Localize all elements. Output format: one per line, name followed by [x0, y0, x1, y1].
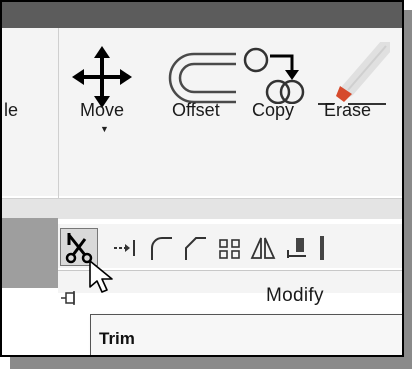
chevron-down-icon[interactable]: ▼	[100, 124, 109, 134]
stretch-icon[interactable]	[286, 236, 308, 260]
tooltip: Trim	[90, 314, 402, 355]
ribbon-separator-strip	[2, 198, 402, 219]
copy-label: Copy	[252, 100, 295, 120]
move-arrows-icon	[72, 46, 132, 108]
ribbon-screenshot-frame: le Move ▼ Offset Copy Erase Modify Trim	[0, 0, 404, 357]
pin-icon[interactable]	[60, 290, 78, 306]
partial-tool-label: le	[4, 100, 19, 120]
copy-icon	[243, 47, 305, 104]
move-label: Move	[80, 100, 125, 120]
mouse-cursor-icon	[89, 260, 113, 293]
erase-label: Erase	[324, 100, 372, 120]
window-shadow-bottom	[10, 355, 412, 369]
overflow-tool-icon[interactable]	[320, 236, 324, 260]
erase-icon	[318, 42, 390, 105]
panel-title-modify[interactable]: Modify	[266, 285, 324, 307]
offset-icon	[168, 52, 236, 104]
array-icon[interactable]	[218, 238, 242, 260]
panel-left-band	[2, 218, 58, 288]
fillet-icon[interactable]	[148, 236, 174, 262]
panel-divider	[58, 28, 59, 198]
tooltip-title: Trim	[99, 329, 135, 348]
extend-icon[interactable]	[112, 238, 138, 258]
ribbon-tab-bar	[2, 2, 402, 28]
mirror-icon[interactable]	[250, 236, 276, 260]
chamfer-icon[interactable]	[182, 236, 208, 262]
offset-label: Offset	[172, 100, 220, 120]
